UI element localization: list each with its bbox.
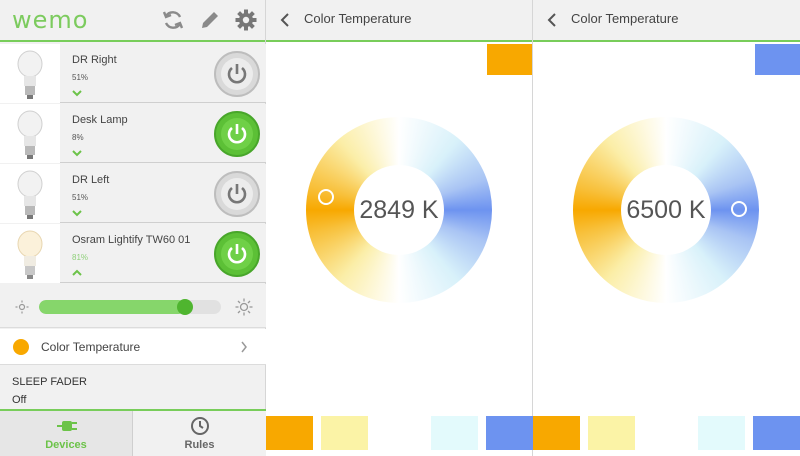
preset-swatch[interactable]: [431, 416, 478, 450]
color-temperature-row[interactable]: Color Temperature: [0, 329, 266, 365]
preset-swatch[interactable]: [376, 416, 423, 450]
chevron-down-icon[interactable]: [72, 149, 82, 157]
power-icon: [227, 244, 247, 264]
preset-swatch[interactable]: [321, 416, 368, 450]
sun-bright-icon: [235, 298, 253, 316]
panel-title: Color Temperature: [571, 11, 679, 26]
sleep-fader-value[interactable]: Off: [12, 394, 26, 406]
brightness-slider[interactable]: [39, 300, 221, 314]
refresh-icon[interactable]: [161, 8, 185, 32]
power-icon: [227, 184, 247, 204]
back-arrow-icon[interactable]: [280, 13, 290, 27]
gear-icon[interactable]: [234, 8, 258, 32]
device-level: 8%: [72, 133, 84, 142]
brightness-slider-row: [0, 284, 266, 328]
plug-icon: [57, 421, 77, 431]
device-name: DR Left: [72, 174, 110, 186]
device-name: DR Right: [72, 54, 117, 66]
preset-swatches: [266, 416, 533, 450]
chevron-down-icon[interactable]: [72, 89, 82, 97]
power-icon: [227, 64, 247, 84]
clock-icon: [191, 417, 209, 435]
kelvin-value: 2849 K: [359, 196, 439, 224]
selected-color-swatch: [487, 44, 532, 75]
device-list-panel: wemo DR Right 51% Desk Lamp 8% DR Left 5…: [0, 0, 266, 456]
color-temperature-panel-warm: Color Temperature 2849 K: [266, 0, 533, 456]
pencil-icon[interactable]: [198, 8, 222, 32]
bulb-image: [0, 164, 60, 223]
tab-rules[interactable]: Rules: [133, 411, 266, 456]
preset-swatch[interactable]: [698, 416, 745, 450]
panel-header: Color Temperature: [266, 0, 532, 42]
bulb-image: [0, 104, 60, 163]
preset-swatch[interactable]: [588, 416, 635, 450]
device-row-dr-right[interactable]: DR Right 51%: [0, 44, 266, 103]
preset-swatch[interactable]: [643, 416, 690, 450]
preset-swatch[interactable]: [266, 416, 313, 450]
sleep-fader-title: SLEEP FADER: [12, 376, 87, 388]
power-button[interactable]: [214, 171, 260, 217]
device-level: 81%: [72, 253, 89, 262]
preset-swatch[interactable]: [486, 416, 533, 450]
power-button[interactable]: [214, 231, 260, 277]
color-temperature-label: Color Temperature: [41, 340, 141, 354]
device-level: 51%: [72, 73, 89, 82]
preset-swatch[interactable]: [533, 416, 580, 450]
wheel-marker[interactable]: [318, 189, 334, 205]
color-swatch: [13, 339, 29, 355]
panel-title: Color Temperature: [304, 11, 412, 26]
preset-swatches: [533, 416, 800, 450]
chevron-down-icon[interactable]: [72, 209, 82, 217]
panel-header: Color Temperature: [533, 0, 800, 42]
power-button[interactable]: [214, 111, 260, 157]
bulb-image: [0, 44, 60, 103]
power-button[interactable]: [214, 51, 260, 97]
bulb-image: [0, 224, 60, 283]
back-arrow-icon[interactable]: [547, 13, 557, 27]
preset-swatch[interactable]: [753, 416, 800, 450]
sun-dim-icon: [15, 300, 29, 314]
device-row-dr-left[interactable]: DR Left 51%: [0, 164, 266, 223]
brightness-fill: [39, 300, 185, 314]
tab-devices[interactable]: Devices: [0, 411, 133, 456]
wemo-logo: wemo: [12, 6, 89, 34]
color-temperature-panel-cool: Color Temperature 6500 K: [533, 0, 800, 456]
chevron-up-icon[interactable]: [72, 269, 82, 277]
tab-label: Rules: [184, 439, 215, 451]
brightness-thumb[interactable]: [176, 299, 193, 315]
device-name: Desk Lamp: [72, 114, 128, 126]
device-level: 51%: [72, 193, 89, 202]
selected-color-swatch: [755, 44, 800, 75]
bottom-tab-bar: Devices Rules: [0, 409, 266, 456]
app-header: wemo: [0, 0, 265, 42]
wheel-marker[interactable]: [731, 201, 747, 217]
device-row-osram-lightify[interactable]: Osram Lightify TW60 01 81%: [0, 224, 266, 283]
device-name: Osram Lightify TW60 01: [72, 234, 191, 246]
chevron-right-icon: [241, 341, 247, 353]
power-icon: [227, 124, 247, 144]
device-row-desk-lamp[interactable]: Desk Lamp 8%: [0, 104, 266, 163]
tab-label: Devices: [45, 439, 87, 451]
